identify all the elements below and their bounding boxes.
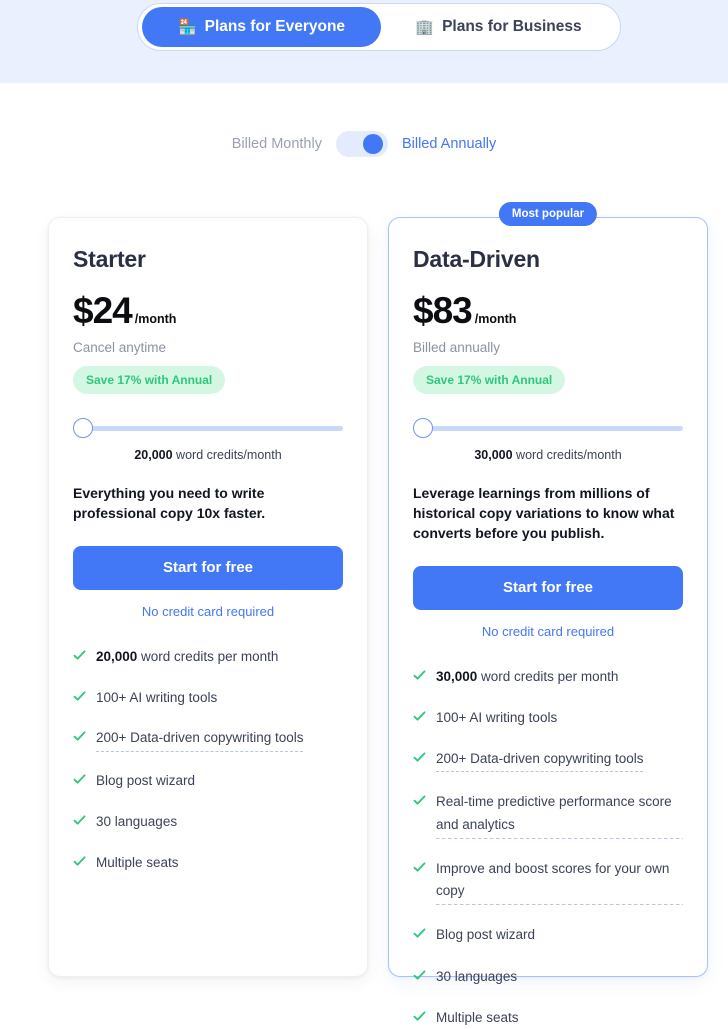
check-icon xyxy=(413,927,426,940)
plan-cta-wrap: Start for free No credit card required xyxy=(413,565,683,639)
billing-note: Billed annually xyxy=(413,340,501,355)
feature-label: Blog post wizard xyxy=(96,773,196,789)
plan-audience-switch: 🏪 Plans for Everyone 🏢 Plans for Busines… xyxy=(137,3,621,51)
feature-item: 100+ AI writing tools xyxy=(413,707,683,729)
check-icon xyxy=(413,751,426,764)
no-credit-card-link[interactable]: No credit card required xyxy=(73,604,343,619)
plan-cta-wrap: Start for free No credit card required xyxy=(73,545,343,619)
billed-annually-label[interactable]: Billed Annually xyxy=(402,136,496,152)
check-icon xyxy=(73,730,86,743)
credits-slider-block: 30,000 word credits/month xyxy=(413,418,683,462)
feature-item: Multiple seats xyxy=(413,1007,683,1029)
check-icon xyxy=(413,861,426,874)
office-building-icon: 🏢 xyxy=(415,18,435,36)
feature-label: 30 languages xyxy=(436,968,518,984)
pricing-card-data-driven: Most popular Data-Driven $83 /month Bill… xyxy=(388,202,708,1025)
credits-slider-caption: 30,000 word credits/month xyxy=(413,448,683,462)
feature-item: 200+ Data-driven copywriting tools xyxy=(73,727,343,752)
plan-name: Data-Driven xyxy=(413,246,540,272)
check-icon xyxy=(73,773,86,786)
tab-plans-for-business-label: Plans for Business xyxy=(442,18,582,35)
tab-plans-for-business[interactable]: 🏢 Plans for Business xyxy=(381,7,616,47)
plan-name: Starter xyxy=(73,246,146,272)
price-period: /month xyxy=(474,312,517,326)
feature-label[interactable]: 200+ Data-driven copywriting tools xyxy=(96,727,304,752)
credits-slider-suffix: word credits/month xyxy=(172,448,282,462)
feature-label[interactable]: Real-time predictive performance score a… xyxy=(436,791,683,839)
billing-toggle-knob xyxy=(362,134,383,154)
feature-label: Multiple seats xyxy=(436,1010,519,1026)
price-amount: $24 xyxy=(73,290,133,331)
feature-label[interactable]: 200+ Data-driven copywriting tools xyxy=(436,748,644,773)
feature-item: Multiple seats xyxy=(73,852,343,874)
start-for-free-button[interactable]: Start for free xyxy=(73,545,343,590)
feature-item: 100+ AI writing tools xyxy=(73,687,343,709)
feature-item: 20,000 word credits per month xyxy=(73,646,343,668)
feature-item: 30 languages xyxy=(73,811,343,833)
feature-label[interactable]: Improve and boost scores for your own co… xyxy=(436,857,683,906)
no-credit-card-link[interactable]: No credit card required xyxy=(413,624,683,639)
check-icon xyxy=(413,969,426,982)
feature-item: 200+ Data-driven copywriting tools xyxy=(413,748,683,773)
credits-slider-knob[interactable] xyxy=(73,418,93,438)
feature-label: Multiple seats xyxy=(96,854,179,870)
plan-audience-band: 🏪 Plans for Everyone 🏢 Plans for Busines… xyxy=(0,0,728,83)
feature-label: 100+ AI writing tools xyxy=(436,709,558,725)
feature-label: 30,000 word credits per month xyxy=(436,668,619,684)
price-amount: $83 xyxy=(413,290,473,331)
feature-item: Real-time predictive performance score a… xyxy=(413,791,683,839)
billing-period-toggle-row: Billed Monthly Billed Annually xyxy=(0,131,728,157)
feature-item: Blog post wizard xyxy=(413,924,683,946)
check-icon xyxy=(413,1010,426,1023)
billed-monthly-label[interactable]: Billed Monthly xyxy=(232,136,322,152)
plan-description: Leverage learnings from millions of hist… xyxy=(413,485,675,541)
price-row: $24 /month xyxy=(73,290,343,332)
credits-slider-value: 30,000 xyxy=(474,448,513,462)
billing-period-toggle[interactable] xyxy=(335,131,388,157)
tab-plans-for-everyone-label: Plans for Everyone xyxy=(204,18,346,35)
save-badge: Save 17% with Annual xyxy=(413,366,566,394)
feature-label-emphasis: 20,000 xyxy=(96,648,138,664)
credits-slider-caption: 20,000 word credits/month xyxy=(73,448,343,462)
credits-slider-value: 20,000 xyxy=(134,448,173,462)
credits-slider-track xyxy=(421,425,683,431)
credits-slider-block: 20,000 word credits/month xyxy=(73,418,343,462)
plan-description: Everything you need to write professiona… xyxy=(73,485,266,521)
check-icon xyxy=(73,649,86,662)
tab-plans-for-everyone[interactable]: 🏪 Plans for Everyone xyxy=(142,7,381,47)
check-icon xyxy=(413,794,426,807)
feature-item: 30,000 word credits per month xyxy=(413,666,683,688)
save-badge: Save 17% with Annual xyxy=(73,366,226,394)
check-icon xyxy=(73,814,86,827)
most-popular-badge: Most popular xyxy=(498,202,598,226)
feature-item: Blog post wizard xyxy=(73,770,343,792)
credits-slider-knob[interactable] xyxy=(413,418,433,438)
price-row: $83 /month xyxy=(413,290,683,332)
check-icon xyxy=(73,690,86,703)
feature-list: 20,000 word credits per month 100+ AI wri… xyxy=(73,646,343,874)
feature-label: 30 languages xyxy=(96,813,178,829)
price-period: /month xyxy=(134,312,177,326)
credits-slider[interactable] xyxy=(413,418,683,438)
feature-label: 100+ AI writing tools xyxy=(96,689,218,705)
check-icon xyxy=(413,669,426,682)
billing-note: Cancel anytime xyxy=(73,340,167,355)
feature-item: 30 languages xyxy=(413,966,683,988)
start-for-free-button[interactable]: Start for free xyxy=(413,565,683,610)
feature-label-emphasis: 30,000 xyxy=(436,668,478,684)
feature-list: 30,000 word credits per month 100+ AI wri… xyxy=(413,666,683,1029)
storefront-icon: 🏪 xyxy=(177,18,197,36)
feature-label: Blog post wizard xyxy=(436,927,536,943)
check-icon xyxy=(413,710,426,723)
pricing-card-starter: Starter $24 /month Cancel anytime Save 1… xyxy=(48,217,368,977)
credits-slider[interactable] xyxy=(73,418,343,438)
feature-item: Improve and boost scores for your own co… xyxy=(413,857,683,906)
credits-slider-track xyxy=(81,425,343,431)
credits-slider-suffix: word credits/month xyxy=(512,448,622,462)
feature-label: 20,000 word credits per month xyxy=(96,648,279,664)
check-icon xyxy=(73,855,86,868)
